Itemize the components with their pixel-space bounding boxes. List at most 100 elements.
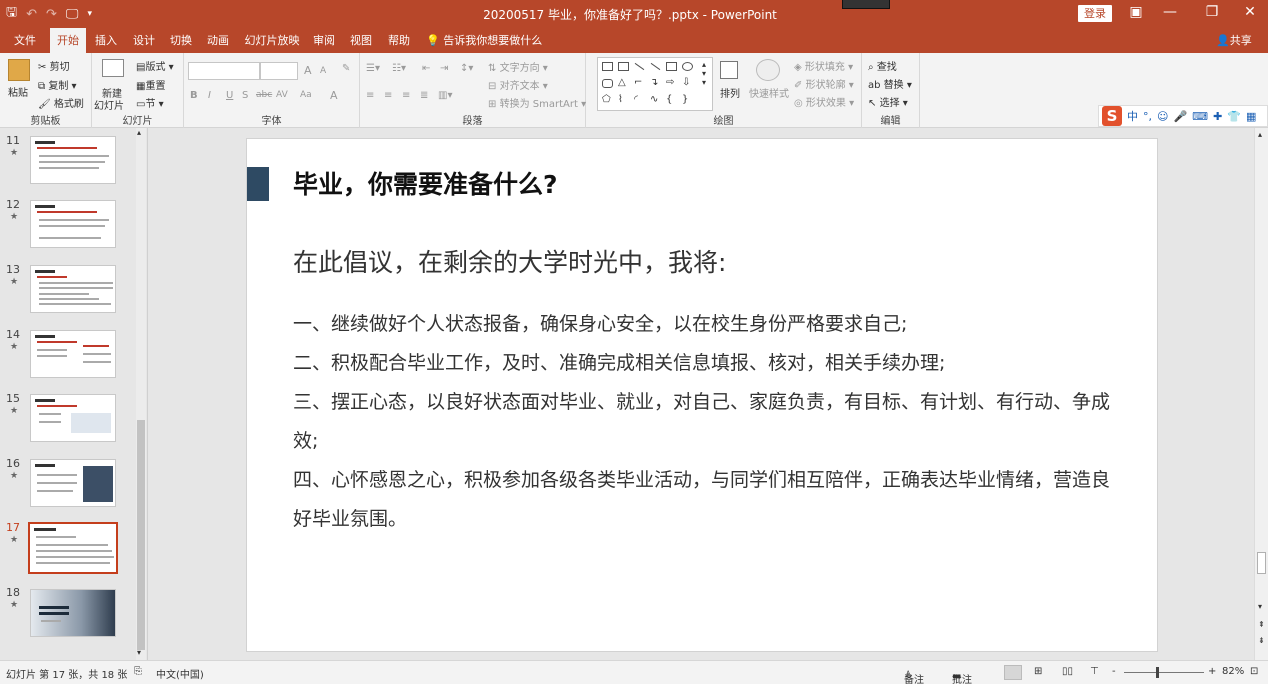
- scroll-down-icon[interactable]: ▾: [1258, 602, 1262, 611]
- slide-thumbnail-17[interactable]: [28, 522, 118, 574]
- align-left-icon[interactable]: ≡: [366, 90, 374, 101]
- quick-styles-icon[interactable]: [756, 59, 780, 81]
- scroll-up-icon[interactable]: ▴: [1258, 130, 1262, 139]
- tab-home[interactable]: 开始: [50, 28, 86, 53]
- oval-shape-icon[interactable]: [682, 62, 693, 71]
- layout-button[interactable]: ▤版式 ▾: [136, 58, 174, 73]
- freeform-shape-icon[interactable]: ⬠: [602, 94, 611, 105]
- slide-thumbnail-11[interactable]: [30, 136, 116, 184]
- format-painter-button[interactable]: 🖌 格式刷: [38, 95, 84, 110]
- ime-punct[interactable]: °,: [1143, 110, 1152, 123]
- slide-thumbnail-16[interactable]: [30, 459, 116, 507]
- grow-font-icon[interactable]: A: [304, 64, 312, 77]
- slide-thumbnail-18[interactable]: [30, 589, 116, 637]
- tab-design[interactable]: 设计: [128, 28, 160, 53]
- strikethrough-button[interactable]: abc: [256, 90, 272, 100]
- shadow-button[interactable]: S: [242, 90, 248, 101]
- font-color-button[interactable]: A: [330, 89, 338, 102]
- keyboard-icon[interactable]: ⌨: [1192, 110, 1208, 123]
- replace-button[interactable]: ab 替换 ▾: [868, 76, 912, 91]
- arrange-button[interactable]: 排列: [720, 85, 740, 100]
- prev-slide-icon[interactable]: ⇞: [1258, 620, 1265, 629]
- rect-shape-icon[interactable]: [666, 62, 677, 71]
- columns-icon[interactable]: ▥▾: [438, 90, 452, 101]
- fit-slide-icon[interactable]: ⊡: [1250, 666, 1258, 677]
- minimize-icon[interactable]: —: [1160, 4, 1180, 20]
- brace-right-shape-icon[interactable]: }: [682, 94, 688, 105]
- numbering-icon[interactable]: ☷▾: [392, 63, 406, 74]
- tab-slideshow[interactable]: 幻灯片放映: [242, 28, 302, 53]
- text-direction-button[interactable]: ⇅ 文字方向 ▾: [488, 59, 548, 74]
- tab-view[interactable]: 视图: [345, 28, 377, 53]
- font-name-combo[interactable]: [188, 62, 260, 80]
- shape-effects-button[interactable]: ◎ 形状效果 ▾: [794, 94, 854, 109]
- italic-button[interactable]: I: [208, 90, 211, 101]
- thumbnail-scrollbar[interactable]: ▴ ▾: [136, 128, 146, 660]
- reading-view-icon[interactable]: ▯▯: [1062, 666, 1073, 677]
- font-size-combo[interactable]: [260, 62, 298, 80]
- slide-thumbnail-15[interactable]: [30, 394, 116, 442]
- zoom-level[interactable]: 82%: [1222, 666, 1244, 677]
- slide-thumbnail-12[interactable]: [30, 200, 116, 248]
- new-slide-icon[interactable]: [102, 59, 124, 77]
- spellcheck-icon[interactable]: ⎘: [134, 666, 142, 677]
- shapes-gallery[interactable]: △ ⌐ ↴ ⇨ ⇩ ⬠ ⌇ ◜ ∿ { } ▴ ▾ ▾: [597, 57, 713, 111]
- down-arrow-shape-icon[interactable]: ⇩: [682, 77, 690, 88]
- zoom-slider-track[interactable]: [1124, 672, 1204, 673]
- slide-body[interactable]: 一、继续做好个人状态报备，确保身心安全，以在校生身份严格要求自己; 二、积极配合…: [293, 305, 1113, 539]
- slide-scroll-thumb[interactable]: [1257, 552, 1266, 574]
- tab-transitions[interactable]: 切换: [165, 28, 197, 53]
- ime-mode[interactable]: 中: [1127, 108, 1138, 124]
- ime-toolbar[interactable]: S 中 °, ☺ 🎤 ⌨ ✚ 👕 ▦: [1098, 105, 1268, 127]
- copy-button[interactable]: ⧉ 复制 ▾: [38, 77, 77, 92]
- round-rect-shape-icon[interactable]: [602, 79, 613, 88]
- login-button[interactable]: 登录: [1078, 5, 1112, 22]
- slide-subtitle[interactable]: 在此倡议，在剩余的大学时光中，我将:: [293, 243, 726, 279]
- char-spacing-button[interactable]: AV: [276, 90, 288, 100]
- ribbon-display-icon[interactable]: ▣: [1126, 4, 1146, 20]
- new-slide-label-2[interactable]: 幻灯片: [94, 97, 124, 112]
- right-arrow-shape-icon[interactable]: ⇨: [666, 77, 674, 88]
- shrink-font-icon[interactable]: A: [320, 66, 326, 76]
- select-button[interactable]: ↖ 选择 ▾: [868, 94, 908, 109]
- slideshow-view-icon[interactable]: ⊤: [1090, 666, 1099, 677]
- find-button[interactable]: ⌕ 查找: [868, 58, 897, 73]
- paste-icon[interactable]: [8, 59, 30, 81]
- triangle-shape-icon[interactable]: △: [618, 77, 626, 88]
- tab-review[interactable]: 审阅: [308, 28, 340, 53]
- tab-animations[interactable]: 动画: [202, 28, 234, 53]
- increase-indent-icon[interactable]: ⇥: [440, 63, 448, 74]
- underline-button[interactable]: U: [226, 90, 233, 101]
- cut-button[interactable]: ✂ 剪切: [38, 58, 70, 73]
- line-shape-icon[interactable]: [634, 62, 645, 71]
- slide-thumbnail-13[interactable]: [30, 265, 116, 313]
- quick-styles-button[interactable]: 快速样式: [749, 85, 789, 100]
- lightning-shape-icon[interactable]: ⌇: [618, 94, 623, 105]
- vtextbox-shape-icon[interactable]: [618, 62, 629, 71]
- slide-thumbnail-14[interactable]: [30, 330, 116, 378]
- curve-shape-icon[interactable]: ∿: [650, 94, 658, 105]
- smartart-button[interactable]: ⊞ 转换为 SmartArt ▾: [488, 95, 586, 110]
- gallery-scroll-icon[interactable]: ▴ ▾ ▾: [702, 60, 706, 87]
- align-right-icon[interactable]: ≡: [402, 90, 410, 101]
- normal-view-button[interactable]: [1004, 665, 1022, 680]
- tab-file[interactable]: 文件: [6, 28, 44, 53]
- tab-insert[interactable]: 插入: [90, 28, 122, 53]
- bold-button[interactable]: B: [190, 90, 198, 101]
- justify-icon[interactable]: ≣: [420, 90, 428, 101]
- bullets-icon[interactable]: ☰▾: [366, 63, 380, 74]
- grid-icon[interactable]: ▦: [1246, 110, 1256, 123]
- shape-fill-button[interactable]: ◈ 形状填充 ▾: [794, 58, 853, 73]
- clear-format-icon[interactable]: ✎: [342, 63, 350, 74]
- slideshow-icon[interactable]: 🖵: [66, 7, 79, 22]
- align-center-icon[interactable]: ≡: [384, 90, 392, 101]
- thumbnail-scroll-thumb[interactable]: [137, 420, 145, 650]
- zoom-out-button[interactable]: -: [1112, 666, 1116, 677]
- tell-me-search[interactable]: 💡 告诉我你想要做什么: [426, 28, 542, 53]
- slide[interactable]: 毕业，你需要准备什么? 在此倡议，在剩余的大学时光中，我将: 一、继续做好个人状…: [247, 139, 1157, 651]
- arrow-shape-icon[interactable]: [650, 62, 661, 71]
- decrease-indent-icon[interactable]: ⇤: [422, 63, 430, 74]
- line-spacing-icon[interactable]: ↕▾: [460, 63, 473, 74]
- change-case-button[interactable]: Aa: [300, 90, 312, 100]
- language-indicator[interactable]: 中文(中国): [156, 666, 204, 681]
